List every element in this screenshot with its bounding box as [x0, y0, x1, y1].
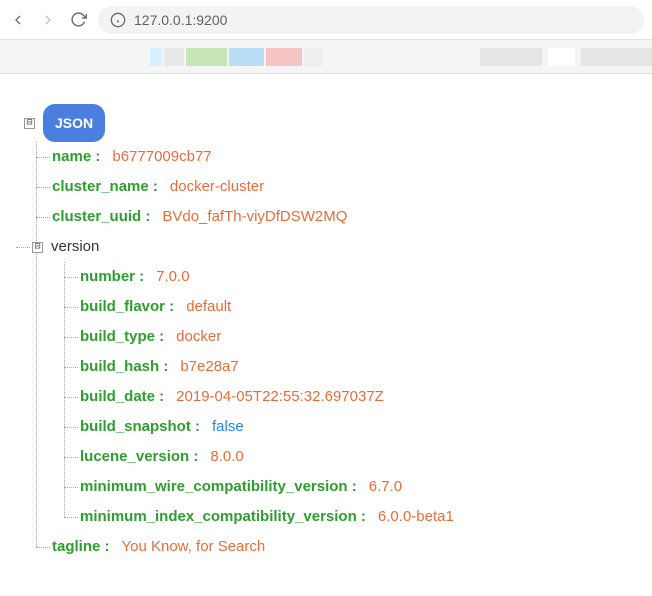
val-min-index: 6.0.0-beta1	[378, 502, 454, 532]
collapse-toggle-icon[interactable]: ⊟	[24, 118, 35, 129]
val-build-type: docker	[176, 322, 221, 352]
key-lucene-version: lucene_version :	[80, 442, 198, 472]
back-button[interactable]	[8, 10, 28, 30]
key-min-index: minimum_index_compatibility_version :	[80, 502, 366, 532]
val-number: 7.0.0	[156, 262, 189, 292]
key-build-hash: build_hash :	[80, 352, 168, 382]
key-tagline: tagline :	[52, 532, 110, 562]
val-build-hash: b7e28a7	[180, 352, 238, 382]
key-build-type: build_type :	[80, 322, 164, 352]
val-name: b6777009cb77	[112, 142, 211, 172]
tabs-strip	[0, 40, 652, 74]
key-cluster-name: cluster_name :	[52, 172, 158, 202]
val-cluster-uuid: BVdo_fafTh-viyDfDSW2MQ	[162, 202, 347, 232]
val-build-flavor: default	[186, 292, 231, 322]
key-build-date: build_date :	[80, 382, 164, 412]
val-build-snapshot: false	[212, 412, 244, 442]
json-viewer: ⊟ JSON name : b6777009cb77 cluster_name …	[0, 74, 652, 592]
val-tagline: You Know, for Search	[122, 532, 266, 562]
key-min-wire: minimum_wire_compatibility_version :	[80, 472, 357, 502]
key-build-snapshot: build_snapshot :	[80, 412, 200, 442]
key-version: version	[51, 232, 99, 262]
url-text: 127.0.0.1:9200	[134, 12, 227, 28]
val-min-wire: 6.7.0	[369, 472, 402, 502]
forward-button[interactable]	[38, 10, 58, 30]
collapse-toggle-icon[interactable]: ⊟	[32, 242, 43, 253]
key-number: number :	[80, 262, 144, 292]
browser-toolbar: 127.0.0.1:9200	[0, 0, 652, 40]
val-build-date: 2019-04-05T22:55:32.697037Z	[176, 382, 384, 412]
json-root-badge[interactable]: JSON	[43, 104, 105, 142]
val-lucene-version: 8.0.0	[210, 442, 243, 472]
reload-button[interactable]	[68, 10, 88, 30]
val-cluster-name: docker-cluster	[170, 172, 264, 202]
key-name: name :	[52, 142, 100, 172]
address-bar[interactable]: 127.0.0.1:9200	[98, 6, 644, 34]
key-cluster-uuid: cluster_uuid :	[52, 202, 150, 232]
key-build-flavor: build_flavor :	[80, 292, 174, 322]
site-info-icon[interactable]	[110, 12, 126, 28]
